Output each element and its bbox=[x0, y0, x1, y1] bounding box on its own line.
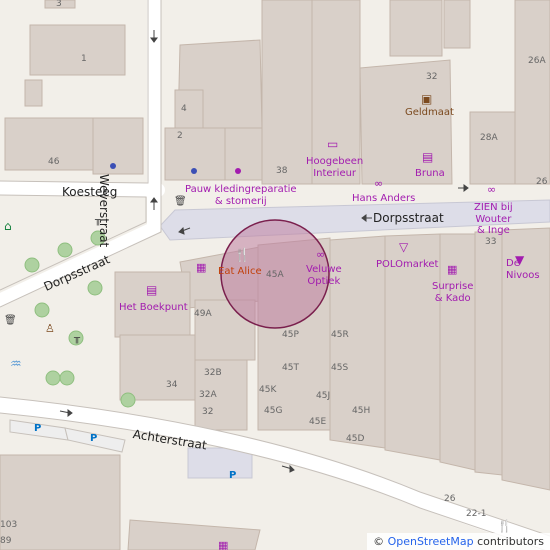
blue-dot-marker bbox=[191, 168, 197, 174]
restaurant-icon[interactable]: 🍴 bbox=[234, 249, 250, 262]
housenumber: 1 bbox=[81, 54, 87, 64]
poi-polomarket[interactable]: POLOmarket bbox=[376, 259, 438, 271]
atm-icon[interactable]: ▣ bbox=[421, 93, 432, 105]
fountain-icon: ♒ bbox=[10, 357, 22, 372]
housenumber: 46 bbox=[48, 157, 60, 167]
housenumber: 45D bbox=[346, 434, 365, 444]
poi-zien-bij-wouter-inge[interactable]: ZIEN bij Wouter & Inge bbox=[474, 202, 513, 237]
gift-icon[interactable]: ▦ bbox=[447, 264, 457, 275]
housenumber: 32A bbox=[199, 390, 217, 400]
poi-het-boekpunt[interactable]: Het Boekpunt bbox=[119, 302, 188, 314]
bench-icon: ╥ bbox=[74, 333, 81, 344]
book-icon[interactable]: ▤ bbox=[422, 151, 433, 163]
housenumber: 2 bbox=[177, 131, 183, 141]
housenumber: 3 bbox=[56, 0, 62, 9]
glasses-icon[interactable]: ∞ bbox=[487, 184, 496, 195]
gift-icon[interactable]: ▦ bbox=[218, 540, 228, 550]
housenumber: 32B bbox=[204, 368, 222, 378]
bench-icon: ╥ bbox=[95, 215, 102, 226]
housenumber: 34 bbox=[166, 380, 178, 390]
poi-hans-anders[interactable]: Hans Anders bbox=[352, 193, 415, 205]
statue-icon: ♙ bbox=[45, 322, 55, 335]
sofa-icon[interactable]: ▭ bbox=[327, 138, 338, 150]
poi-geldmaat[interactable]: Geldmaat bbox=[405, 108, 454, 118]
housenumber: 22-1 bbox=[466, 509, 487, 519]
poi-surprise-kado[interactable]: Surprise & Kado bbox=[432, 281, 473, 304]
housenumber: 89 bbox=[0, 536, 12, 546]
glasses-icon[interactable]: ∞ bbox=[374, 178, 383, 189]
housenumber: 45J bbox=[316, 391, 331, 401]
housenumber: 45T bbox=[282, 363, 299, 373]
housenumber: 26A bbox=[528, 56, 546, 66]
housenumber: 4 bbox=[181, 104, 187, 114]
glasses-icon[interactable]: ∞ bbox=[316, 249, 325, 260]
attribution-suffix: contributors bbox=[477, 535, 544, 548]
housenumber: 45G bbox=[264, 406, 283, 416]
poi-eat-alice[interactable]: Eat Alice bbox=[218, 266, 262, 278]
parking-label: P bbox=[90, 433, 98, 444]
blue-dot-marker bbox=[110, 163, 116, 169]
housenumber: 45E bbox=[309, 417, 327, 427]
purple-dot-marker bbox=[235, 168, 241, 174]
housenumber: 26 bbox=[536, 177, 548, 187]
housenumber: 45K bbox=[259, 385, 277, 395]
housenumber: 45S bbox=[331, 363, 349, 373]
housenumber: 26 bbox=[444, 494, 456, 504]
housenumber: 32 bbox=[426, 72, 438, 82]
housenumber: 38 bbox=[276, 166, 288, 176]
shelter-icon: ⌂ bbox=[4, 219, 12, 233]
housenumber: 45H bbox=[352, 406, 371, 416]
street-label-dorpsstraat: Dorpsstraat bbox=[373, 211, 444, 225]
poi-hoogebeen-interieur[interactable]: Hoogebeen Interieur bbox=[306, 156, 363, 179]
housenumber: 32 bbox=[202, 407, 214, 417]
poi-veluwe-optiek[interactable]: Veluwe Optiek bbox=[306, 264, 342, 287]
poi-pauw-kledingreparatie[interactable]: Pauw kledingreparatie & stomerij bbox=[185, 184, 297, 207]
restaurant-icon[interactable]: 🍴 bbox=[497, 520, 512, 532]
housenumber: 103 bbox=[0, 520, 18, 530]
waste-basket-icon: 🗑 bbox=[4, 315, 17, 326]
housenumber: 33 bbox=[485, 237, 497, 247]
housenumber: 28A bbox=[480, 133, 498, 143]
waste-basket-icon: 🗑 bbox=[174, 196, 187, 207]
map-attribution: © OpenStreetMap contributors bbox=[367, 533, 550, 550]
housenumber: 45P bbox=[282, 330, 299, 340]
housenumber: 45A bbox=[266, 270, 284, 280]
book-icon[interactable]: ▤ bbox=[146, 284, 157, 296]
parking-label: P bbox=[34, 423, 42, 434]
housenumber: 49A bbox=[194, 309, 212, 319]
gift-icon[interactable]: ▦ bbox=[196, 262, 206, 273]
housenumber: 45R bbox=[331, 330, 349, 340]
poi-bruna[interactable]: Bruna bbox=[415, 168, 445, 180]
shopping-cart-icon[interactable]: ▽ bbox=[399, 241, 408, 253]
openstreetmap-link[interactable]: OpenStreetMap bbox=[388, 535, 474, 548]
poi-de-nivoos[interactable]: De Nivoos bbox=[506, 258, 540, 281]
parking-label: P bbox=[229, 470, 237, 481]
street-label-weverstraat: Weverstraat bbox=[97, 174, 111, 248]
copyright-symbol: © bbox=[373, 535, 385, 548]
map-canvas[interactable]: 3 1 4 2 46 38 32 26A 28A 26 33 45A 49A 4… bbox=[0, 0, 550, 550]
